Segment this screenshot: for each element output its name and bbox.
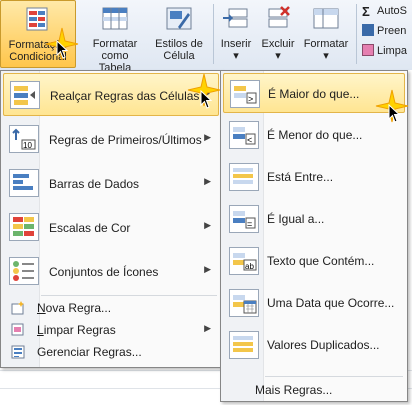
sigma-icon: Σ — [362, 4, 370, 19]
menu-item-label: Texto que Contém... — [267, 254, 375, 268]
top-bottom-rules-icon: 10 — [9, 125, 39, 153]
menu-item-label: Uma Data que Ocorre... — [267, 296, 395, 310]
text-contains-icon: ab — [229, 247, 259, 275]
insert-cells-icon — [221, 5, 251, 33]
menu-item-label: Barras de Dados — [49, 177, 140, 191]
format-dropdown-icon[interactable]: ▾ — [300, 50, 352, 62]
ribbon-separator — [213, 4, 214, 64]
menu-item-label: Escalas de Cor — [49, 221, 131, 235]
data-bars-icon — [9, 169, 39, 197]
menu-item-manage-rules[interactable]: Gerenciar Regras... — [3, 341, 219, 363]
menu-item-duplicate-values[interactable]: Valores Duplicados... — [223, 325, 405, 365]
clear-label: Limpa — [377, 45, 407, 57]
menu-item-date-occurring[interactable]: Uma Data que Ocorre... — [223, 283, 405, 323]
submenu-arrow-icon: ▶ — [204, 220, 211, 230]
submenu-arrow-icon: ▶ — [204, 132, 211, 142]
cell-styles-label-2: Célula — [163, 50, 195, 62]
insert-dropdown-icon[interactable]: ▾ — [216, 50, 256, 62]
submenu-arrow-icon: ▶ — [204, 323, 211, 333]
menu-item-label: Regras de Primeiros/Últimos — [49, 133, 202, 147]
new-rule-icon — [11, 301, 25, 315]
format-as-table-button[interactable]: Formatar como Tabela — [84, 0, 146, 74]
menu-item-label: Conjuntos de Ícones — [49, 265, 159, 279]
clear-rules-icon — [11, 323, 25, 337]
menu-item-label: Gerenciar Regras... — [37, 345, 142, 359]
mouse-cursor-icon — [388, 104, 401, 123]
menu-item-icon-sets[interactable]: Conjuntos de Ícones ▶ — [3, 250, 219, 293]
menu-item-label-rest: ova Regra... — [45, 301, 112, 315]
svg-text:=: = — [247, 219, 252, 229]
format-button[interactable]: Formatar ▾ — [300, 0, 352, 68]
conditional-formatting-menu: Realçar Regras das Células ▶ 10 Regras d… — [0, 70, 222, 368]
menu-divider — [41, 295, 217, 296]
insert-label: Inserir — [220, 38, 252, 50]
submenu-arrow-icon: ▶ — [204, 176, 211, 186]
format-cells-icon — [311, 5, 341, 33]
less-than-icon: < — [229, 121, 259, 149]
eraser-icon — [362, 44, 374, 56]
color-scales-icon — [9, 213, 39, 241]
icon-sets-icon — [9, 257, 39, 285]
fill-button[interactable]: Preen — [362, 22, 406, 40]
greater-than-icon: > — [230, 80, 260, 108]
menu-item-new-rule[interactable]: Nova Regra... — [3, 297, 219, 319]
menu-item-label-rest: impar Regras — [43, 323, 116, 337]
menu-item-label: É Igual a... — [267, 212, 325, 226]
format-as-table-label-1: Formatar — [92, 38, 138, 50]
submenu-arrow-icon: ▶ — [204, 264, 211, 274]
equal-to-icon: = — [229, 205, 259, 233]
menu-item-data-bars[interactable]: Barras de Dados ▶ — [3, 162, 219, 205]
svg-text:>: > — [248, 94, 253, 104]
menu-divider — [265, 376, 403, 377]
menu-item-text-contains[interactable]: ab Texto que Contém... — [223, 241, 405, 281]
menu-item-label: Realçar Regras das Células — [50, 89, 200, 103]
fill-down-icon — [362, 24, 374, 36]
duplicate-values-icon — [229, 331, 259, 359]
menu-item-between[interactable]: Está Entre... — [223, 157, 405, 197]
insert-button[interactable]: Inserir ▾ — [216, 0, 256, 68]
fill-label: Preen — [377, 25, 407, 37]
menu-item-label: Nova Regra... — [37, 301, 112, 315]
mouse-cursor-icon — [200, 90, 213, 109]
manage-rules-icon — [11, 345, 25, 359]
between-icon — [229, 163, 259, 191]
menu-item-label: É Maior do que... — [268, 87, 360, 101]
menu-item-color-scales[interactable]: Escalas de Cor ▶ — [3, 206, 219, 249]
cell-styles-label-1: Estilos de — [155, 38, 203, 50]
delete-button[interactable]: Excluir ▾ — [258, 0, 298, 68]
date-occurring-icon — [229, 289, 259, 317]
menu-item-label: Limpar Regras — [37, 323, 116, 337]
cell-styles-button[interactable]: Estilos de Célula — [148, 0, 210, 68]
highlight-cells-rules-icon — [10, 81, 40, 109]
menu-item-top-bottom-rules[interactable]: 10 Regras de Primeiros/Últimos ▶ — [3, 118, 219, 161]
svg-text:ab: ab — [245, 262, 254, 271]
format-label: Formatar — [303, 38, 349, 50]
clear-button[interactable]: Limpa — [362, 42, 407, 60]
menu-item-equal-to[interactable]: = É Igual a... — [223, 199, 405, 239]
delete-dropdown-icon[interactable]: ▾ — [258, 50, 298, 62]
delete-cells-icon — [263, 5, 293, 33]
menu-item-more-rules[interactable]: Mais Regras... — [255, 383, 332, 397]
menu-item-label: Valores Duplicados... — [267, 338, 380, 352]
menu-item-label: Está Entre... — [267, 170, 334, 184]
format-as-table-icon — [100, 5, 130, 33]
autosum-button[interactable]: Σ AutoS — [362, 2, 407, 20]
mouse-cursor-icon — [56, 40, 69, 59]
delete-label: Excluir — [261, 38, 295, 50]
svg-text:10: 10 — [23, 141, 32, 150]
ribbon-separator-2 — [356, 4, 357, 64]
menu-item-label: É Menor do que... — [267, 128, 363, 142]
menu-item-clear-rules[interactable]: Limpar Regras ▶ — [3, 319, 219, 341]
autosum-label: AutoS — [377, 5, 407, 17]
svg-text:<: < — [247, 135, 252, 145]
cell-styles-icon — [164, 5, 194, 33]
